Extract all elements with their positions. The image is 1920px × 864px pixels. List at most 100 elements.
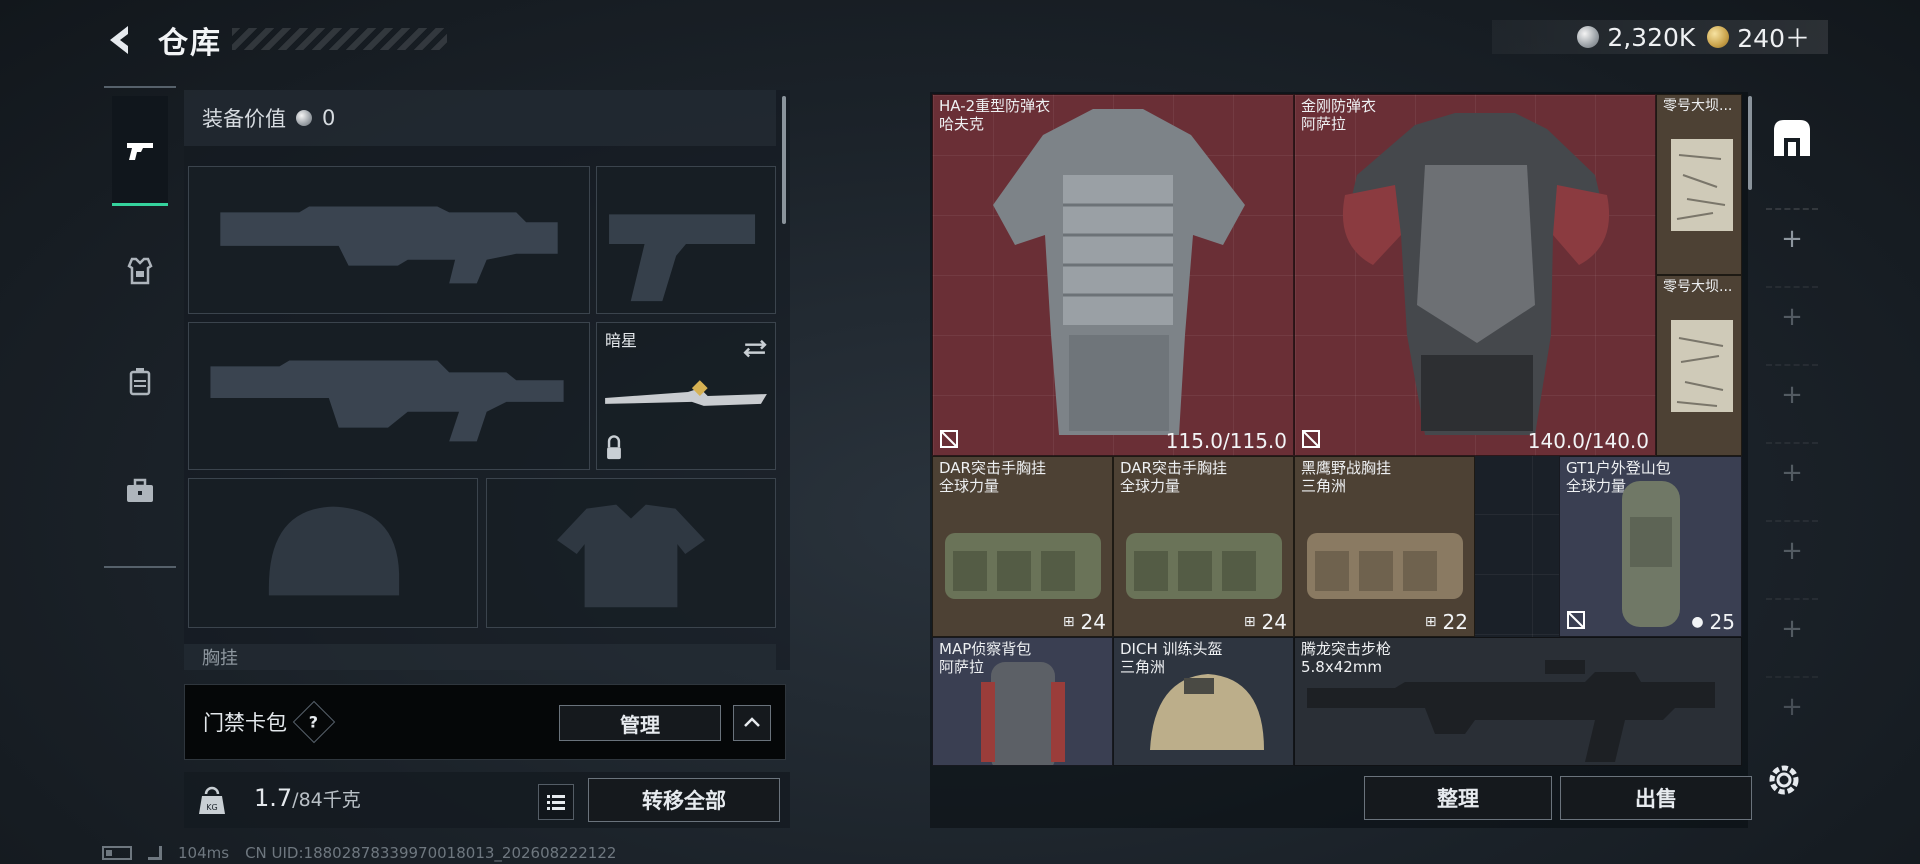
- knife-art: [605, 339, 767, 460]
- item-rig-blackhawk[interactable]: 黑鹰野战胸挂 三角洲 ⊞ 22: [1294, 456, 1475, 637]
- equipment-panel: 装备价值 0 暗星 胸挂: [184, 90, 790, 670]
- backpack-small-icon: ●: [1691, 614, 1704, 630]
- sort-button[interactable]: 整理: [1364, 776, 1552, 820]
- add-tab-button[interactable]: +: [1766, 364, 1818, 424]
- tab-supplies[interactable]: [112, 436, 168, 546]
- equipment-value-label: 装备价值: [202, 107, 286, 131]
- rifle-art: [1307, 660, 1715, 762]
- back-button[interactable]: [102, 22, 138, 58]
- page-title: 仓库: [158, 26, 222, 61]
- secondary-weapon-slot[interactable]: [188, 322, 590, 470]
- map-art: [1671, 320, 1733, 412]
- keycard-label: 门禁卡包: [203, 711, 287, 735]
- item-capacity: ⊞ 24: [1243, 610, 1287, 634]
- item-map-1[interactable]: 零号大坝...: [1656, 94, 1742, 275]
- pistol-icon: [127, 142, 153, 160]
- primary-weapon-slot[interactable]: [188, 166, 590, 314]
- weight-current: 1.7: [254, 784, 293, 812]
- equipment-value-row: 装备价值 0: [184, 90, 776, 146]
- tab-armor[interactable]: [112, 216, 168, 326]
- armor-slot[interactable]: [486, 478, 776, 628]
- item-durability: 115.0/115.0: [1165, 429, 1287, 453]
- tab-backpack[interactable]: [112, 326, 168, 436]
- currency-gold[interactable]: 240＋: [1707, 19, 1810, 55]
- weight-bar: KG 1.7/84千克 转移全部: [184, 772, 790, 828]
- keycard-bar: 门禁卡包 ? 管理: [184, 684, 786, 760]
- capacity-icon: ⊞: [1424, 614, 1437, 630]
- svg-text:KG: KG: [206, 803, 217, 812]
- item-rig-dar-1[interactable]: DAR突击手胸挂 全球力量 ⊞ 24: [932, 456, 1113, 637]
- uid-text: CN UID:18802878339970018013_202608222122: [245, 844, 617, 862]
- tab-weapons[interactable]: [112, 96, 168, 206]
- add-tab-button[interactable]: +: [1766, 208, 1818, 268]
- back-arrow-icon: [110, 26, 128, 54]
- lock-icon: [607, 447, 621, 460]
- add-tab-button[interactable]: +: [1766, 286, 1818, 346]
- item-map-2[interactable]: 零号大坝...: [1656, 275, 1742, 456]
- helmet-slot[interactable]: [188, 478, 478, 628]
- add-tab-button[interactable]: +: [1766, 676, 1818, 736]
- pistol-silhouette-icon: [609, 214, 756, 302]
- collapse-button[interactable]: [733, 705, 771, 741]
- item-rig-dar-2[interactable]: DAR突击手胸挂 全球力量 ⊞ 24: [1113, 456, 1294, 637]
- rifle-silhouette-icon: [210, 360, 564, 442]
- no-insure-icon: [940, 430, 958, 448]
- vest-art: [1342, 113, 1610, 435]
- weight-readout: 1.7/84千克: [254, 784, 361, 812]
- signal-icon: [148, 846, 162, 860]
- item-helmet-dich[interactable]: DICH 训练头盔 三角洲: [1113, 637, 1294, 766]
- item-backpack-map[interactable]: MAP侦察背包 阿萨拉: [932, 637, 1113, 766]
- item-rifle-tenglong[interactable]: 腾龙突击步枪 5.8x42mm: [1294, 637, 1742, 766]
- helmet-silhouette-icon: [268, 506, 400, 596]
- weight-icon: KG: [199, 786, 225, 814]
- silver-coin-icon: [1577, 26, 1600, 48]
- gold-coin-icon: [1707, 26, 1730, 48]
- equipment-value: 0: [322, 106, 336, 130]
- backpack-art: [981, 662, 1065, 765]
- add-tab-button[interactable]: +: [1766, 520, 1818, 580]
- capacity-icon: ⊞: [1243, 614, 1256, 630]
- add-tab-button[interactable]: +: [1766, 598, 1818, 658]
- helmet-art: [1150, 674, 1264, 750]
- currency-silver[interactable]: 2,320K: [1577, 23, 1695, 52]
- battery-icon: [102, 846, 132, 860]
- gear-icon[interactable]: [1764, 760, 1804, 800]
- sell-button[interactable]: 出售: [1560, 776, 1752, 820]
- equipment-scrollbar[interactable]: [782, 96, 786, 224]
- category-tabs: [104, 86, 176, 568]
- map-art: [1671, 139, 1733, 231]
- item-vest-jingang[interactable]: 金刚防弹衣 阿萨拉 140.0/140.0: [1294, 94, 1656, 456]
- backpack-icon: [129, 368, 151, 396]
- armor-icon: [127, 257, 153, 285]
- help-glyph: ?: [309, 712, 319, 732]
- add-tab-button[interactable]: +: [1766, 442, 1818, 502]
- capacity-icon: ⊞: [1062, 614, 1075, 630]
- vest-art: [993, 109, 1245, 435]
- item-capacity: ● 25: [1691, 610, 1735, 634]
- item-capacity: ⊞ 24: [1062, 610, 1106, 634]
- item-capacity: ⊞ 22: [1424, 610, 1468, 634]
- warehouse-icon[interactable]: [1770, 116, 1814, 160]
- chevron-up-icon: [744, 717, 760, 727]
- warehouse-grid[interactable]: HA-2重型防弹衣 哈夫克 115.0/115.0 金刚防弹衣 阿萨拉 140.0/…: [932, 94, 1742, 766]
- status-line: 104ms CN UID:18802878339970018013_202608…: [102, 844, 616, 862]
- silver-coin-icon: [296, 110, 312, 126]
- no-insure-icon: [1302, 430, 1320, 448]
- warehouse-panel: HA-2重型防弹衣 哈夫克 115.0/115.0 金刚防弹衣 阿萨拉 140.0/…: [930, 92, 1748, 828]
- warehouse-tabs: + + + + + + +: [1756, 92, 1828, 732]
- pistol-slot[interactable]: [596, 166, 776, 314]
- currency-gold-value: 240＋: [1737, 24, 1810, 53]
- warehouse-scrollbar[interactable]: [1748, 96, 1752, 190]
- briefcase-icon: [127, 478, 153, 502]
- melee-slot[interactable]: 暗星: [596, 322, 776, 470]
- currency-bar: 2,320K 240＋: [1492, 20, 1828, 54]
- chest-rig-row[interactable]: 胸挂: [184, 644, 776, 670]
- item-vest-ha2[interactable]: HA-2重型防弹衣 哈夫克 115.0/115.0: [932, 94, 1294, 456]
- ping-text: 104ms: [178, 844, 230, 862]
- transfer-all-button[interactable]: 转移全部: [588, 778, 780, 822]
- manage-button[interactable]: 管理: [559, 705, 721, 741]
- item-backpack-gt1[interactable]: GT1户外登山包 全球力量 ● 25: [1559, 456, 1742, 637]
- weight-max: /84千克: [292, 789, 361, 811]
- help-icon[interactable]: ?: [292, 700, 336, 744]
- list-view-button[interactable]: [538, 784, 574, 820]
